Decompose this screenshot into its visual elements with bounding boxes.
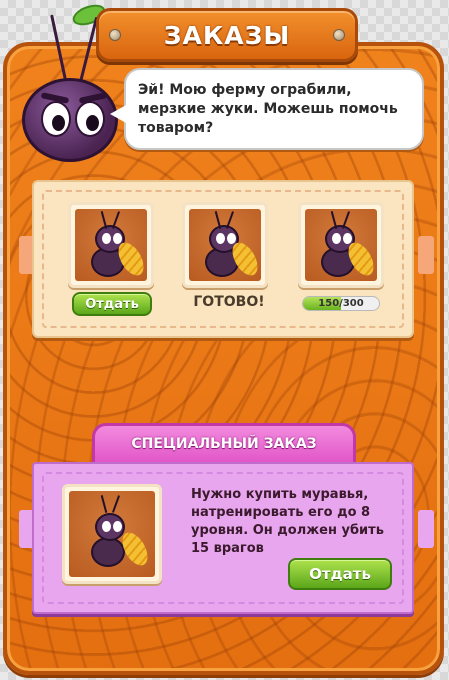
special-order-tab: СПЕЦИАЛЬНЫЙ ЗАКАЗ (92, 423, 356, 465)
special-order-description: Нужно купить муравья, натренировать его … (191, 487, 384, 556)
ready-label: ГОТОВО! (193, 294, 265, 310)
special-order-title: СПЕЦИАЛЬНЫЙ ЗАКАЗ (131, 436, 317, 452)
special-order-panel: Нужно купить муравья, натренировать его … (32, 462, 414, 614)
order-card-2 (182, 202, 268, 288)
order-card-1 (68, 202, 154, 288)
ant-icon (69, 491, 155, 577)
ant-icon (189, 209, 261, 281)
speech-text: Эй! Мою ферму ограбили, мерзкие жуки. Мо… (138, 81, 398, 136)
orders-panel: Отдать ГОТОВО! 150/300 (32, 180, 414, 338)
special-order-card (62, 484, 162, 584)
speech-bubble: Эй! Мою ферму ограбили, мерзкие жуки. Мо… (110, 68, 424, 150)
ant-icon (305, 209, 377, 281)
mascot-eye-right (75, 101, 105, 137)
special-give-button[interactable]: Отдать (288, 558, 392, 590)
nail-icon (109, 29, 121, 41)
order-progress-bar: 150/300 (302, 296, 380, 311)
title-plank: ЗАКАЗЫ (96, 8, 358, 62)
mascot-eye-left (41, 101, 71, 137)
mascot-head (22, 78, 118, 162)
page-title: ЗАКАЗЫ (163, 20, 291, 50)
nail-icon (333, 29, 345, 41)
panel-tab-right (418, 236, 434, 274)
progress-label: 150/300 (318, 298, 364, 309)
panel-tab-right (418, 510, 434, 548)
order-card-3 (298, 202, 384, 288)
ant-icon (75, 209, 147, 281)
give-button-1[interactable]: Отдать (72, 292, 152, 316)
